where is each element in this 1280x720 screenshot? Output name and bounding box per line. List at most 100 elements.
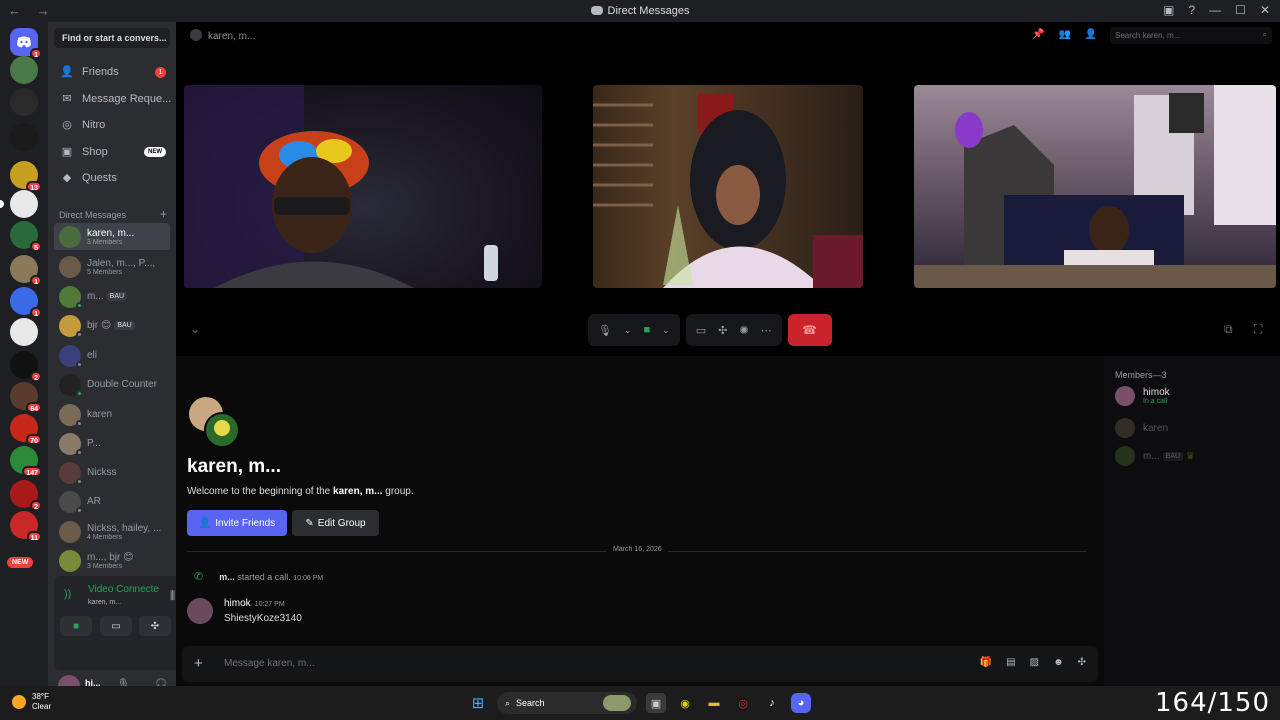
start-button[interactable]: ⊞ [468, 693, 488, 713]
avatar [59, 490, 83, 514]
dm-item[interactable]: m... BAU [54, 283, 170, 310]
server-icon[interactable]: 70 [10, 414, 42, 445]
avatar [59, 549, 81, 572]
avatar [1115, 386, 1135, 406]
pin-icon[interactable]: 📌 [1032, 29, 1044, 40]
video-tile[interactable] [914, 85, 1276, 288]
avatar [59, 520, 81, 543]
mic-control[interactable]: 🎙 ⌄ ■ ⌄ [588, 314, 680, 346]
server-icon[interactable] [0, 190, 38, 218]
server-icon[interactable]: 2 [10, 480, 42, 511]
server-tag: BAU [114, 321, 135, 330]
camera-icon[interactable]: ■ [644, 324, 651, 336]
server-icon[interactable] [10, 123, 38, 151]
server-icon[interactable]: 64 [10, 382, 42, 413]
server-icon[interactable]: 13 [10, 161, 42, 192]
dm-name: m... [87, 291, 104, 302]
maximize-button[interactable]: ☐ [1235, 3, 1246, 17]
close-button[interactable]: ✕ [1260, 3, 1270, 17]
member-item[interactable]: himok In a call [1115, 386, 1170, 406]
nav-quests[interactable]: ◆ Quests [54, 167, 172, 189]
attach-plus-icon[interactable]: + [194, 655, 203, 672]
emoji-icon[interactable]: ☻ [1053, 657, 1064, 668]
discord-taskbar-icon[interactable]: ◕ [791, 693, 811, 713]
app-icon[interactable]: ◎ [733, 693, 753, 713]
screen-share-button[interactable]: ▭ [100, 616, 132, 636]
server-icon[interactable]: 5 [10, 221, 42, 252]
edit-group-button[interactable]: ✎ Edit Group [292, 510, 379, 536]
chevron-down-icon[interactable]: ⌄ [662, 325, 670, 336]
file-explorer-icon[interactable]: ▬ [704, 693, 724, 713]
server-icon[interactable] [10, 318, 38, 346]
nav-shop[interactable]: ▣ Shop NEW [54, 141, 172, 163]
apps-icon[interactable]: ✣ [1078, 657, 1086, 668]
dm-item[interactable]: m..., bjr 😊 3 Members [54, 547, 170, 574]
inbox-icon[interactable]: ▣ [1163, 3, 1174, 17]
search-input[interactable]: Search karen, m... ⌕ [1110, 27, 1272, 44]
home-button[interactable]: 1 [10, 28, 42, 59]
dm-item[interactable]: Nickss, hailey, ... 4 Members [54, 518, 170, 545]
video-tile[interactable] [184, 85, 542, 288]
dm-item[interactable]: Nickss [54, 459, 170, 486]
dm-item[interactable]: karen, m... 3 Members [54, 223, 170, 250]
dm-item[interactable]: AR [54, 488, 170, 515]
task-view-icon[interactable]: ▣ [646, 693, 666, 713]
voice-channel[interactable]: karen, m... [88, 599, 121, 606]
camera-button[interactable]: ■ [60, 616, 92, 636]
gift-icon[interactable]: 🎁 [980, 657, 992, 668]
members-list-icon[interactable]: 👤 [1085, 29, 1097, 40]
popout-icon[interactable]: ⧉ [1224, 322, 1233, 337]
member-item[interactable]: karen [1115, 418, 1168, 438]
message-input[interactable]: Message karen, m... [224, 658, 315, 669]
disconnect-button[interactable]: ☎ [787, 314, 832, 346]
more-icon[interactable]: ⋯ [761, 324, 772, 337]
noise-suppression-icon[interactable]: ⫼ [170, 590, 175, 603]
chevron-down-icon[interactable]: ⌄ [624, 325, 632, 336]
video-tile[interactable] [593, 85, 863, 288]
soundboard-icon[interactable]: ✺ [739, 324, 748, 337]
create-dm-button[interactable]: + [160, 208, 167, 220]
activities-icon[interactable]: ✣ [718, 324, 727, 337]
weather-icon [12, 695, 26, 709]
new-servers-tag[interactable]: NEW [7, 557, 34, 568]
activities-button[interactable]: ✣ [139, 616, 171, 636]
server-icon[interactable] [10, 56, 38, 84]
server-icon[interactable]: 1 [10, 255, 42, 286]
chrome-icon[interactable]: ◉ [675, 693, 695, 713]
avatar [59, 432, 83, 456]
invite-friends-button[interactable]: 👤 Invite Friends [187, 510, 287, 536]
taskbar-search[interactable]: ⌕ Search [497, 692, 637, 714]
microphone-icon[interactable]: 🎙 [598, 324, 612, 337]
minimize-button[interactable]: — [1209, 3, 1221, 17]
chevron-down-icon[interactable]: ⌄ [190, 322, 200, 336]
dm-item[interactable]: eli [54, 342, 170, 369]
tiktok-icon[interactable]: ♪ [762, 693, 782, 713]
add-friends-icon[interactable]: 👥 [1058, 29, 1070, 40]
dm-item[interactable]: karen [54, 401, 170, 428]
server-icon[interactable]: 2 [10, 351, 42, 382]
dm-item[interactable]: P... [54, 430, 170, 457]
nav-nitro[interactable]: ◎ Nitro [54, 114, 172, 136]
avatar [59, 373, 83, 397]
nav-friends[interactable]: 👤 Friends 1 [54, 61, 172, 83]
gif-icon[interactable]: ▤ [1006, 657, 1015, 668]
dm-item[interactable]: bjr 😊 BAU [54, 312, 170, 339]
find-conversation-button[interactable]: Find or start a convers... [54, 28, 170, 48]
avatar[interactable] [187, 598, 213, 624]
message-composer[interactable]: + Message karen, m... 🎁 ▤ ▨ ☻ ✣ [182, 646, 1098, 682]
fullscreen-icon[interactable]: ⛶ [1254, 322, 1262, 337]
dm-item[interactable]: Jalen, m..., P..., 5 Members [54, 253, 170, 280]
message-author[interactable]: himok 10:27 PM [224, 598, 285, 609]
help-icon[interactable]: ? [1188, 3, 1195, 17]
nav-message-requests[interactable]: ✉ Message Reque... [54, 88, 172, 110]
weather-widget[interactable]: 38°F Clear [12, 692, 51, 712]
dm-item[interactable]: Double Counter [54, 371, 170, 398]
server-icon[interactable]: 1 [10, 287, 42, 318]
sticker-icon[interactable]: ▨ [1030, 657, 1039, 668]
server-icon[interactable]: 147 [10, 446, 42, 477]
screen-share-icon[interactable]: ▭ [696, 324, 706, 337]
server-icon[interactable]: 11 [10, 511, 42, 542]
server-tag: BAU [106, 292, 128, 301]
member-item[interactable]: m... BAU ♛ [1115, 446, 1195, 466]
server-icon[interactable] [10, 88, 38, 116]
